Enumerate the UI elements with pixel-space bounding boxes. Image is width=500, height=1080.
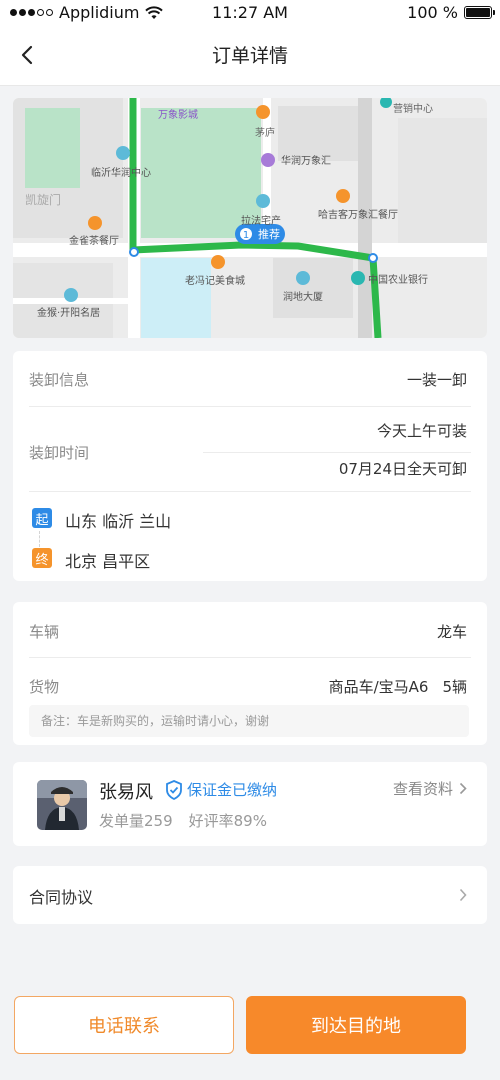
map-label-abc: 中国农业银行 bbox=[368, 273, 428, 286]
cargo-values: 商品车/宝马A6 5辆 bbox=[329, 676, 467, 697]
map-label-huarun-wanxianghui: 华润万象汇 bbox=[281, 154, 331, 167]
rating: 好评率89% bbox=[188, 812, 267, 830]
shield-check-icon bbox=[166, 779, 182, 800]
map-recommend-label: 推荐 bbox=[258, 227, 280, 241]
loading-time-value-2: 07月24日全天可卸 bbox=[338, 460, 467, 478]
loading-time-value-1: 今天上午可装 bbox=[376, 422, 467, 440]
divider bbox=[29, 406, 471, 407]
map-label-laofeng: 老冯记美食城 bbox=[185, 274, 245, 287]
arrive-destination-button[interactable]: 到达目的地 bbox=[246, 996, 466, 1054]
map-label-lafa: 拉法宅产 bbox=[241, 214, 281, 227]
map-label-jinhou: 金猴·开阳名居 bbox=[37, 306, 100, 319]
view-profile-link[interactable]: 查看资料 bbox=[393, 778, 467, 799]
cargo-count: 5辆 bbox=[442, 678, 467, 696]
deposit-badge: 保证金已缴纳 bbox=[165, 779, 277, 800]
driver-name: 张易风 bbox=[99, 782, 153, 803]
map-label-wanxiang-cinema: 万象影城 bbox=[158, 109, 198, 121]
map-label-jinque: 金雀茶餐厅 bbox=[69, 234, 119, 247]
order-count: 发单量259 bbox=[99, 812, 173, 830]
battery-icon bbox=[464, 6, 495, 19]
phone-contact-button[interactable]: 电话联系 bbox=[14, 996, 234, 1054]
vehicle-label: 车辆 bbox=[29, 623, 60, 641]
page-title: 订单详情 bbox=[211, 45, 288, 67]
view-profile-label: 查看资料 bbox=[392, 780, 453, 798]
chevron-right-icon bbox=[459, 888, 467, 902]
loading-time-label: 装卸时间 bbox=[29, 444, 90, 462]
route-map[interactable]: 1 推荐 万象影城 茅庐 营销中心 临沂华润中心 华润万象汇 凯旋门 拉法宅产 … bbox=[13, 98, 487, 338]
map-label-maolu: 茅庐 bbox=[255, 126, 275, 139]
start-tag: 起 bbox=[32, 508, 52, 528]
divider bbox=[29, 491, 471, 492]
divider bbox=[29, 657, 471, 658]
map-label-haji: 哈吉客万象汇餐厅 bbox=[318, 208, 398, 221]
divider bbox=[203, 452, 471, 453]
status-bar: Applidium 11:27 AM 100 % bbox=[0, 0, 500, 26]
deposit-text: 保证金已缴纳 bbox=[187, 781, 278, 799]
cargo-label: 货物 bbox=[29, 678, 60, 696]
chevron-right-icon bbox=[459, 782, 467, 795]
avatar bbox=[37, 780, 87, 830]
loading-info-value: 一装一卸 bbox=[406, 371, 467, 389]
end-place: 北京 昌平区 bbox=[65, 552, 151, 571]
map-label-yingxiao: 营销中心 bbox=[393, 102, 433, 115]
contract-row[interactable]: 合同协议 bbox=[13, 866, 487, 924]
driver-stats: 发单量259 好评率89% bbox=[99, 810, 267, 831]
battery-info: 100 % bbox=[407, 3, 495, 22]
cargo-note: 备注：车是新购买的，运输时请小心，谢谢 bbox=[29, 705, 469, 737]
contract-label: 合同协议 bbox=[29, 888, 94, 907]
nav-bar: 订单详情 bbox=[0, 26, 500, 86]
route-connector bbox=[39, 531, 40, 547]
loading-card: 装卸信息 一装一卸 今天上午可装 装卸时间 07月24日全天可卸 起 山东 临沂… bbox=[13, 351, 487, 581]
battery-percent: 100 % bbox=[407, 3, 458, 22]
start-place: 山东 临沂 兰山 bbox=[65, 512, 172, 531]
vehicle-card: 车辆 龙车 货物 商品车/宝马A6 5辆 备注：车是新购买的，运输时请小心，谢谢 bbox=[13, 602, 487, 745]
loading-info-label: 装卸信息 bbox=[29, 371, 90, 389]
map-label-runde: 润地大厦 bbox=[283, 290, 323, 303]
driver-card[interactable]: 张易风 保证金已缴纳 查看资料 发单量259 好评率89% bbox=[13, 762, 487, 846]
map-label-linyi-huarun: 临沂华润中心 bbox=[91, 166, 151, 179]
vehicle-value: 龙车 bbox=[436, 623, 467, 641]
map-recommend-index: 1 bbox=[243, 230, 249, 241]
map-label-kaixuanmen: 凯旋门 bbox=[25, 192, 61, 207]
end-tag: 终 bbox=[32, 548, 52, 568]
cargo-value: 商品车/宝马A6 bbox=[328, 678, 429, 696]
